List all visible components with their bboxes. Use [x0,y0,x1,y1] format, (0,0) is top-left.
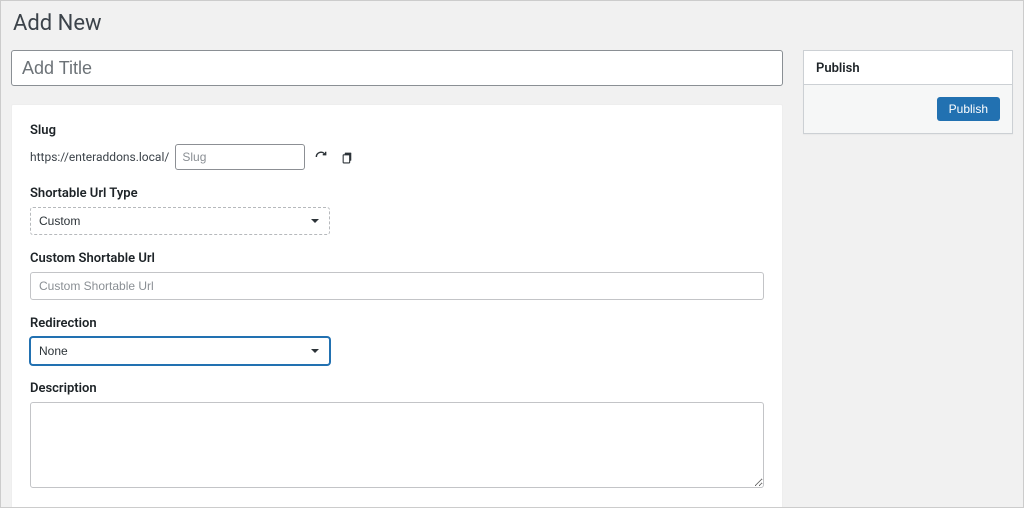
page-root: Add New Slug https://enteraddons.local/ [0,0,1024,508]
base-url-text: https://enteraddons.local/ [30,150,169,164]
settings-panel: Slug https://enteraddons.local/ S [11,104,783,508]
redirection-label: Redirection [30,316,764,331]
publish-metabox: Publish Publish [803,50,1013,134]
shortable-type-select[interactable]: Custom [30,207,330,235]
slug-field: Slug https://enteraddons.local/ [30,123,764,170]
description-field: Description [30,381,764,492]
custom-shortable-label: Custom Shortable Url [30,251,764,266]
slug-row: https://enteraddons.local/ [30,144,764,170]
title-input[interactable] [11,50,783,86]
main-column: Slug https://enteraddons.local/ S [11,50,783,508]
shortable-type-field: Shortable Url Type Custom [30,186,764,235]
publish-body: Publish [804,85,1012,133]
columns: Slug https://enteraddons.local/ S [7,50,1017,508]
publish-heading: Publish [804,51,1012,85]
slug-input[interactable] [175,144,305,170]
custom-shortable-field: Custom Shortable Url [30,251,764,300]
custom-shortable-input[interactable] [30,272,764,300]
redirection-select[interactable]: None [30,337,330,365]
regenerate-button[interactable] [311,147,331,167]
side-column: Publish Publish [803,50,1013,508]
copy-icon [341,151,354,164]
slug-label: Slug [30,123,764,138]
publish-button[interactable]: Publish [937,97,1000,121]
page-title: Add New [13,11,1017,36]
copy-button[interactable] [337,147,357,167]
shortable-type-label: Shortable Url Type [30,186,764,201]
refresh-icon [314,150,328,164]
description-label: Description [30,381,764,396]
redirection-field: Redirection None [30,316,764,365]
description-textarea[interactable] [30,402,764,488]
